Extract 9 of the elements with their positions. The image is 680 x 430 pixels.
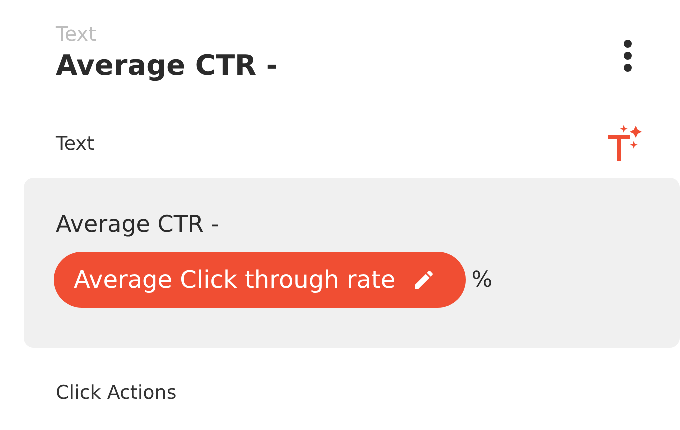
variable-chip[interactable]: Average Click through rate xyxy=(54,252,466,308)
editor-text: % xyxy=(472,268,493,292)
editor-text: Average CTR - xyxy=(56,211,220,240)
panel-title: Average CTR - xyxy=(56,48,278,84)
magic-text-icon[interactable] xyxy=(608,125,644,163)
element-type-label: Text xyxy=(56,22,98,46)
section-label: Text xyxy=(56,133,94,155)
section-label: Click Actions xyxy=(56,382,178,404)
text-editor-panel[interactable]: Average CTR - Average Click through rate % xyxy=(24,178,680,348)
